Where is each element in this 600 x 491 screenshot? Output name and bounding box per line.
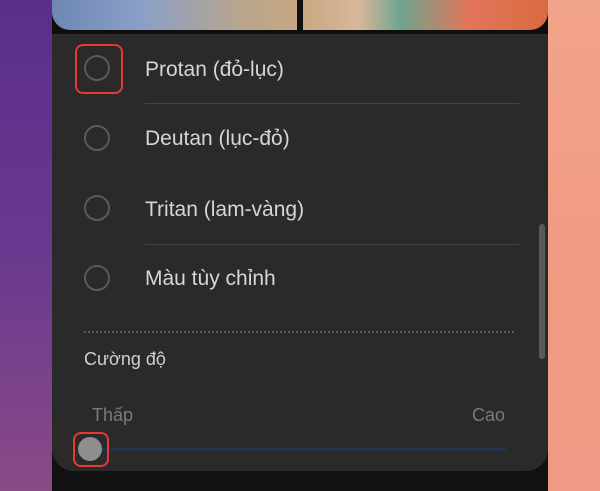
color-filter-panel: Protan (đỏ-lục) Deutan (lục-đỏ) Tritan (… bbox=[52, 34, 548, 471]
option-custom[interactable]: Màu tùy chỉnh bbox=[52, 246, 522, 306]
scrollbar[interactable] bbox=[539, 224, 545, 359]
radio-custom[interactable] bbox=[84, 265, 110, 291]
option-label-protan: Protan (đỏ-lục) bbox=[145, 58, 284, 81]
highlight-box-slider bbox=[73, 432, 109, 467]
intensity-slider-track[interactable] bbox=[90, 448, 506, 451]
radio-deutan[interactable] bbox=[84, 125, 110, 151]
preview-divider bbox=[297, 0, 303, 30]
separator-2 bbox=[145, 244, 519, 245]
background-right bbox=[548, 0, 600, 491]
preview-image bbox=[52, 0, 548, 30]
section-divider bbox=[84, 331, 514, 333]
option-label-deutan: Deutan (lục-đỏ) bbox=[145, 127, 290, 150]
intensity-high-label: Cao bbox=[472, 405, 506, 425]
radio-tritan[interactable] bbox=[84, 195, 110, 221]
intensity-title: Cường độ bbox=[84, 349, 166, 369]
background-left bbox=[0, 0, 52, 491]
intensity-low-label: Thấp bbox=[92, 405, 134, 425]
option-label-tritan: Tritan (lam-vàng) bbox=[145, 198, 305, 221]
option-tritan[interactable]: Tritan (lam-vàng) bbox=[52, 174, 522, 234]
option-deutan[interactable]: Deutan (lục-đỏ) bbox=[52, 104, 522, 164]
option-label-custom: Màu tùy chỉnh bbox=[145, 267, 276, 290]
highlight-box-protan bbox=[75, 44, 123, 94]
phone-screen: Protan (đỏ-lục) Deutan (lục-đỏ) Tritan (… bbox=[52, 0, 548, 491]
preview-strip bbox=[52, 0, 548, 34]
